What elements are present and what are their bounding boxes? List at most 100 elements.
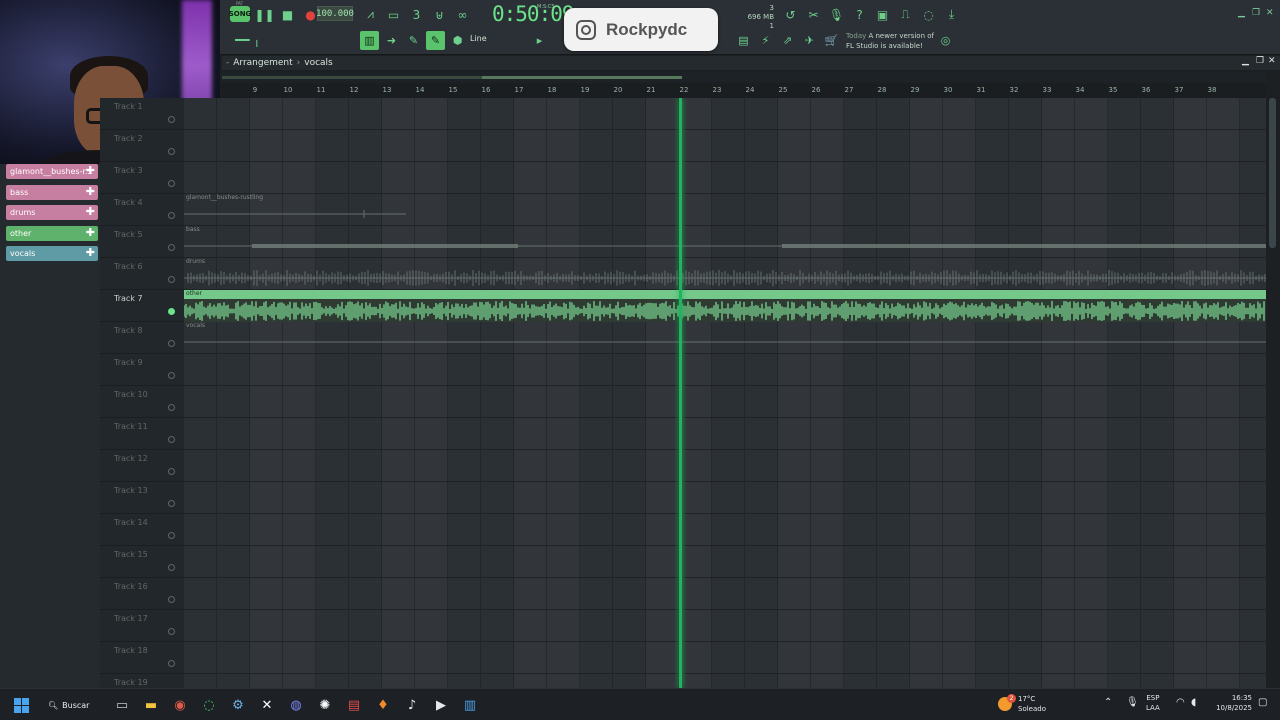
track-header[interactable]: Track 15 [100, 546, 184, 578]
track-enable-icon[interactable] [168, 404, 175, 411]
cart-icon[interactable]: 🛒 [822, 31, 841, 50]
audio-clip-drums[interactable]: drums [184, 258, 1266, 290]
playlist-lane[interactable] [184, 578, 1266, 610]
playlist-lane[interactable] [184, 418, 1266, 450]
link-icon[interactable]: ⇗ [778, 31, 797, 50]
update-notice[interactable]: Today A newer version of FL Studio is av… [846, 31, 934, 51]
snap-arrow-icon[interactable]: ▸ [530, 31, 549, 50]
audio-clip-vocals[interactable]: vocals [184, 322, 1266, 354]
track-enable-icon[interactable] [168, 628, 175, 635]
track-enable-icon[interactable] [168, 340, 175, 347]
playlist-lane[interactable] [184, 162, 1266, 194]
capcut-icon[interactable]: ✕ [258, 696, 276, 714]
track-enable-icon[interactable] [168, 116, 175, 123]
clipboard-icon[interactable]: ▤ [734, 31, 753, 50]
track-enable-icon[interactable] [168, 276, 175, 283]
playlist-lane[interactable] [184, 482, 1266, 514]
breadcrumb-pattern[interactable]: vocals [304, 58, 333, 68]
track-header[interactable]: Track 2 [100, 130, 184, 162]
microphone-tray-icon[interactable]: 🎙 [1126, 697, 1139, 708]
audio-clip-bass[interactable]: bass [184, 226, 1266, 258]
notification-icon[interactable]: ▢ [1258, 697, 1267, 708]
track-enable-icon[interactable] [168, 212, 175, 219]
playlist-lane[interactable] [184, 546, 1266, 578]
playlist-close-icon[interactable]: ✕ [1268, 56, 1276, 66]
playlist-lane[interactable] [184, 514, 1266, 546]
track-header[interactable]: Track 1 [100, 98, 184, 130]
playlist-minimize-icon[interactable]: ▁ [1242, 56, 1249, 66]
time-display[interactable]: 0:50:09 [492, 2, 575, 26]
overview-view-window[interactable] [482, 76, 682, 79]
track-enable-icon[interactable] [168, 436, 175, 443]
track-header[interactable]: Track 10 [100, 386, 184, 418]
save-icon[interactable]: ▣ [874, 6, 891, 23]
chat-icon[interactable]: ◌ [920, 6, 937, 23]
track-enable-icon[interactable] [168, 468, 175, 475]
snap-to-grid-button[interactable]: ▥ [360, 31, 379, 50]
task-view-icon[interactable]: ▭ [113, 696, 131, 714]
track-enable-icon[interactable] [168, 308, 175, 315]
volume-icon[interactable]: ◖ [1191, 697, 1196, 708]
playlist-overview[interactable] [222, 72, 1266, 82]
picker-item-other[interactable]: other ✚ [6, 226, 98, 241]
track-header[interactable]: Track 9 [100, 354, 184, 386]
browser-icon[interactable]: ✈ [800, 31, 819, 50]
track-enable-icon[interactable] [168, 660, 175, 667]
notepad-icon[interactable]: ▥ [461, 696, 479, 714]
playlist-lane[interactable] [184, 642, 1266, 674]
track-enable-icon[interactable] [168, 180, 175, 187]
picker-item-drums[interactable]: drums ✚ [6, 205, 98, 220]
plugin-icon[interactable]: ⎍ [897, 6, 914, 23]
chatgpt-icon[interactable]: ✺ [316, 696, 334, 714]
playlist-lane[interactable] [184, 386, 1266, 418]
track-enable-icon[interactable] [168, 532, 175, 539]
taskbar-search[interactable]: 🔍︎ Buscar [48, 696, 89, 714]
globe-icon[interactable]: ◎ [936, 31, 955, 50]
track-header[interactable]: Track 12 [100, 450, 184, 482]
track-enable-icon[interactable] [168, 244, 175, 251]
media-icon[interactable]: ♪ [403, 696, 421, 714]
chrome-icon[interactable]: ◉ [171, 696, 189, 714]
tempo-display[interactable]: 100.000 [316, 6, 354, 21]
track-enable-icon[interactable] [168, 148, 175, 155]
vertical-scrollbar[interactable] [1266, 98, 1280, 688]
picker-item-bass[interactable]: bass ✚ [6, 185, 98, 200]
track-header[interactable]: Track 3 [100, 162, 184, 194]
playlist-grid[interactable]: glamont__bushes-rustling bass drums othe… [184, 98, 1266, 688]
undo-icon[interactable]: ↺ [782, 6, 799, 23]
loop-record-icon[interactable]: ∞ [454, 6, 471, 23]
stamp-icon[interactable]: ⬢ [448, 31, 467, 50]
track-enable-icon[interactable] [168, 500, 175, 507]
snap-mode-label[interactable]: Line [470, 34, 487, 43]
mixer-plug-icon[interactable]: ⚡ [756, 31, 775, 50]
language-indicator[interactable]: ESP LAA [1146, 693, 1160, 713]
track-header[interactable]: Track 4 [100, 194, 184, 226]
start-button[interactable] [12, 696, 30, 714]
playlist-lane[interactable] [184, 98, 1266, 130]
track-header[interactable]: Track 16 [100, 578, 184, 610]
wifi-icon[interactable]: ◠ [1176, 697, 1185, 708]
picker-item-vocals[interactable]: vocals ✚ [6, 246, 98, 261]
timeline-ruler[interactable]: 9 10 11 12 13 14 15 16 17 18 19 20 21 22 23 24 25 26 27 28 2… [222, 84, 1266, 98]
track-enable-icon[interactable] [168, 564, 175, 571]
whatsapp-icon[interactable]: ◌ [200, 696, 218, 714]
scrollbar-thumb[interactable] [1269, 98, 1276, 248]
restore-icon[interactable]: ❐ [1252, 8, 1260, 18]
help-icon[interactable]: ? [851, 6, 868, 23]
media-player-icon[interactable]: ▶ [432, 696, 450, 714]
fl-studio-icon[interactable]: ♦ [374, 696, 392, 714]
add-icon[interactable]: ✚ [86, 226, 95, 240]
countdown-icon[interactable]: 3 [408, 6, 425, 23]
track-header[interactable]: Track 17 [100, 610, 184, 642]
playlist-lane[interactable] [184, 450, 1266, 482]
track-header[interactable]: Track 5 [100, 226, 184, 258]
add-icon[interactable]: ✚ [86, 205, 95, 219]
track-header[interactable]: Track 18 [100, 642, 184, 674]
master-volume-slider[interactable]: ━━ ╷ [235, 33, 261, 47]
pause-icon[interactable]: ❚❚ [254, 6, 274, 23]
add-icon[interactable]: ✚ [86, 246, 95, 260]
video-app-icon[interactable]: ▤ [345, 696, 363, 714]
wait-input-icon[interactable]: ▭ [385, 6, 402, 23]
step-edit-icon[interactable]: ⊎ [431, 6, 448, 23]
playhead[interactable] [679, 98, 682, 688]
